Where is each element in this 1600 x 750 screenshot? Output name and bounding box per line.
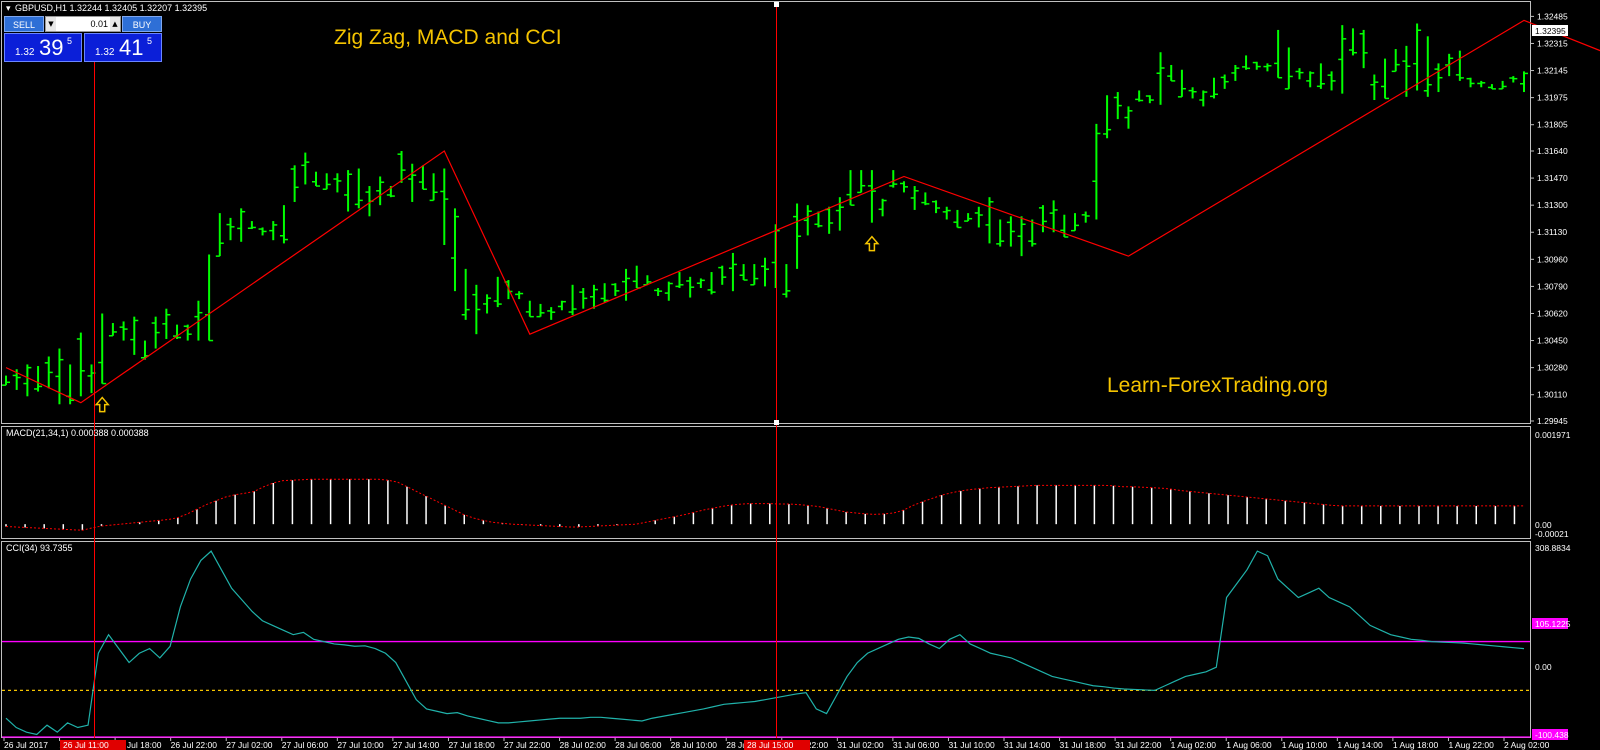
time-tick-label: 1 Aug 18:00 (1393, 740, 1439, 750)
chart-title: Zig Zag, MACD and CCI (334, 26, 562, 49)
sell-price-sup: 5 (67, 36, 73, 46)
time-tick-label: 27 Jul 22:00 (504, 740, 551, 750)
price-tick-label: 1.31975 (1537, 93, 1568, 103)
sell-price-prefix: 1.32 (15, 47, 35, 58)
time-tick-label: 31 Jul 22:00 (1115, 740, 1162, 750)
price-tick-label: 1.31640 (1537, 146, 1568, 156)
time-tick-label: 27 Jul 10:00 (337, 740, 384, 750)
cci-axis-upper: 105.1225 (1535, 619, 1571, 629)
lot-size-value[interactable]: 0.01 (58, 17, 108, 31)
price-tick-label: 1.31470 (1537, 173, 1568, 183)
time-tick-label: 26 Jul 2017 (4, 740, 48, 750)
cci-label: CCI(34) 93.7355 (6, 543, 73, 553)
cursor-time-label-2: 28 Jul 15:00 (747, 740, 794, 750)
price-tick-label: 1.29945 (1537, 416, 1568, 426)
crosshair-handle-top[interactable] (774, 2, 779, 7)
lot-increase-icon[interactable]: ▲ (110, 17, 120, 31)
lot-decrease-icon[interactable]: ▼ (46, 17, 56, 31)
macd-axis-top: 0.001971 (1535, 430, 1571, 440)
price-tick-label: 1.30960 (1537, 254, 1568, 264)
price-tick-label: 1.30280 (1537, 363, 1568, 373)
price-tick-label: 1.30790 (1537, 281, 1568, 291)
time-tick-label: 31 Jul 10:00 (948, 740, 995, 750)
cci-axis-zero: 0.00 (1535, 662, 1552, 672)
time-tick-label: 1 Aug 14:00 (1337, 740, 1383, 750)
price-tick-label: 1.32485 (1537, 11, 1568, 21)
trading-chart[interactable]: ▾ GBPUSD,H1 1.32244 1.32405 1.32207 1.32… (0, 0, 1600, 750)
price-tick-label: 1.30620 (1537, 308, 1568, 318)
watermark-text: Learn-ForexTrading.org (1107, 374, 1328, 397)
chart-symbol-info: GBPUSD,H1 1.32244 1.32405 1.32207 1.3239… (15, 3, 207, 13)
time-tick-label: 1 Aug 06:00 (1226, 740, 1272, 750)
time-tick-label: 28 Jul 06:00 (615, 740, 662, 750)
time-tick-label: 27 Jul 18:00 (448, 740, 495, 750)
time-tick-label: 31 Jul 06:00 (893, 740, 940, 750)
one-click-trading-panel: SELL ▼ 0.01 ▲ BUY 1.32 39 5 1.32 41 5 (4, 16, 162, 62)
chart-symbol-icon: ▾ (6, 3, 11, 13)
price-tick-label: 1.31130 (1537, 227, 1567, 237)
buy-price-sup: 5 (147, 36, 153, 46)
time-tick-label: 1 Aug 22:00 (1448, 740, 1494, 750)
time-tick-label: 31 Jul 02:00 (837, 740, 884, 750)
price-tick-label: 1.32315 (1537, 38, 1568, 48)
buy-button[interactable]: BUY (122, 16, 162, 32)
price-tick-label: 1.31805 (1537, 120, 1568, 130)
time-tick-label: 1 Aug 02:00 (1171, 740, 1217, 750)
price-tick-label: 1.32145 (1537, 66, 1568, 76)
time-tick-label: 28 Jul 02:00 (560, 740, 607, 750)
time-tick-label: 27 Jul 02:00 (226, 740, 273, 750)
time-tick-label: 31 Jul 14:00 (1004, 740, 1051, 750)
buy-price-main: 41 (119, 35, 144, 60)
buy-price-prefix: 1.32 (95, 47, 115, 58)
cursor-time-label-1: 26 Jul 11:00 (63, 740, 109, 750)
time-tick-label: 27 Jul 14:00 (393, 740, 440, 750)
price-tick-label: 1.31300 (1537, 200, 1568, 210)
cci-axis-top: 308.8834 (1535, 543, 1571, 553)
macd-label: MACD(21,34,1) 0.000388 0.000388 (6, 428, 149, 438)
sell-price-button[interactable]: 1.32 39 5 (4, 33, 82, 62)
crosshair-handle-bottom[interactable] (774, 420, 779, 425)
price-tick-label: 1.30450 (1537, 336, 1568, 346)
time-tick-label: 2 Aug 02:00 (1504, 740, 1550, 750)
time-tick-label: 31 Jul 18:00 (1060, 740, 1107, 750)
time-tick-label: 26 Jul 22:00 (171, 740, 218, 750)
price-tick-label: 1.30110 (1537, 390, 1567, 400)
sell-price-main: 39 (39, 35, 64, 60)
buy-price-button[interactable]: 1.32 41 5 (84, 33, 162, 62)
time-tick-label: 28 Jul 10:00 (671, 740, 718, 750)
time-tick-label: 1 Aug 10:00 (1282, 740, 1328, 750)
current-price-label: 1.32395 (1535, 26, 1566, 36)
lot-size-input[interactable]: ▼ 0.01 ▲ (45, 16, 121, 32)
macd-axis-bottom: -0.00021 (1535, 529, 1569, 539)
cci-axis-lower: -100.438 (1535, 730, 1569, 740)
time-tick-label: 27 Jul 06:00 (282, 740, 329, 750)
sell-button[interactable]: SELL (4, 16, 44, 32)
